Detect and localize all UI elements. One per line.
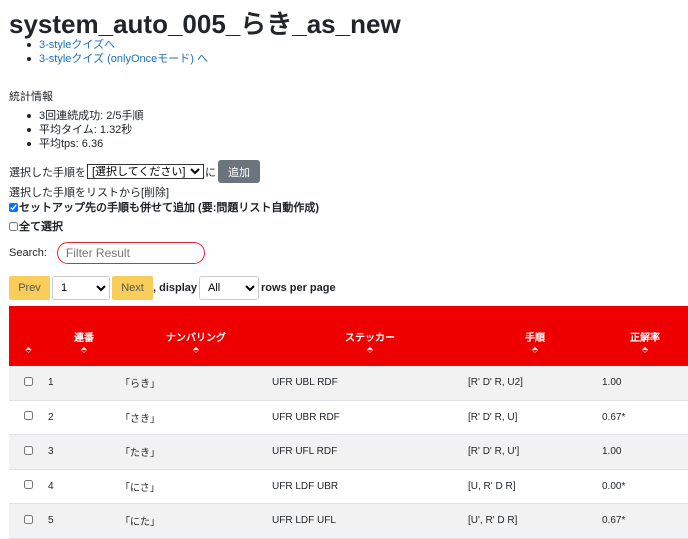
- cell-procedure: [R' D' R, U']: [468, 434, 602, 470]
- row-checkbox[interactable]: [24, 445, 33, 455]
- select-all-row[interactable]: 全て選択: [9, 218, 63, 234]
- table-row: 3 「たき」 UFR UFL RDF [R' D' R, U'] 1.00: [9, 434, 688, 470]
- sort-icon: ⬘: [192, 345, 200, 354]
- link-3style-quiz[interactable]: 3-styleクイズへ: [39, 39, 115, 51]
- row-select-cell: [9, 400, 48, 435]
- rows-per-page-select[interactable]: All: [199, 276, 260, 300]
- setup-checkbox[interactable]: [9, 202, 18, 212]
- row-select-cell: [9, 503, 48, 539]
- link-3style-quiz-onlyonce[interactable]: 3-styleクイズ (onlyOnceモード) へ: [39, 53, 208, 65]
- row-select-cell: [9, 434, 48, 470]
- row-select-cell: [9, 366, 48, 401]
- col-header-sticker[interactable]: ステッカー ⬘: [272, 306, 468, 366]
- row-checkbox[interactable]: [24, 411, 33, 421]
- cell-no: 3: [48, 434, 120, 470]
- page-select[interactable]: 1: [52, 276, 110, 300]
- quiz-links: 3-styleクイズへ 3-styleクイズ (onlyOnceモード) へ: [24, 38, 208, 66]
- cell-procedure: [U', R' D R]: [468, 503, 602, 539]
- cell-accuracy: 1.00: [602, 366, 688, 401]
- select-all-label: 全て選択: [19, 221, 63, 233]
- cell-no: 4: [48, 469, 120, 504]
- prev-button[interactable]: Prev: [9, 276, 50, 300]
- sort-icon: ⬘: [366, 345, 374, 354]
- cell-procedure: [U, R' D R]: [468, 469, 602, 504]
- cell-accuracy: 1.00: [602, 434, 688, 470]
- problem-list-select[interactable]: [選択してください]: [87, 164, 204, 179]
- setup-checkbox-row[interactable]: セットアップ先の手順も併せて追加 (要:問題リスト自動作成): [9, 199, 319, 215]
- table-row: 5 「にた」 UFR LDF UFL [U', R' D R] 0.67*: [9, 503, 688, 539]
- table-row: 1 「らき」 UFR UBL RDF [R' D' R, U2] 1.00: [9, 366, 688, 401]
- results-table: ⬘ 連番 ⬘ ナンバリング ⬘ ステッカー ⬘ 手順 ⬘ 正解率 ⬘ 1 「らき…: [9, 306, 688, 539]
- col-header-label: 連番: [74, 333, 94, 344]
- table-row: 2 「さき」 UFR UBR RDF [R' D' R, U] 0.67*: [9, 400, 688, 435]
- cell-numbering: 「たき」: [120, 434, 272, 470]
- table-row: 4 「にさ」 UFR LDF UBR [U, R' D R] 0.00*: [9, 469, 688, 504]
- delete-from-list-text[interactable]: 選択した手順をリストから[削除]: [9, 184, 169, 200]
- cell-procedure: [R' D' R, U]: [468, 400, 602, 435]
- search-input[interactable]: [56, 242, 205, 264]
- list-item: 3-styleクイズ (onlyOnceモード) へ: [24, 52, 208, 66]
- cell-no: 2: [48, 400, 120, 435]
- add-to-list-row: 選択した手順を [選択してください] に 追加: [9, 160, 260, 183]
- cell-no: 5: [48, 503, 120, 539]
- col-header-label: 手順: [525, 333, 545, 344]
- stats-heading: 統計情報: [9, 91, 53, 103]
- col-header-accuracy[interactable]: 正解率 ⬘: [602, 306, 688, 366]
- cell-sticker: UFR UFL RDF: [272, 434, 468, 470]
- row-checkbox[interactable]: [24, 514, 33, 524]
- list-item: 3-styleクイズへ: [24, 38, 208, 52]
- pagination: Prev 1 Next , display All rows per page: [9, 276, 336, 300]
- row-checkbox[interactable]: [24, 376, 33, 386]
- cell-accuracy: 0.67*: [602, 503, 688, 539]
- cell-sticker: UFR UBL RDF: [272, 366, 468, 401]
- cell-sticker: UFR LDF UFL: [272, 503, 468, 539]
- sort-icon: ⬘: [531, 345, 539, 354]
- cell-sticker: UFR LDF UBR: [272, 469, 468, 504]
- stat-item: 平均タイム: 1.32秒: [24, 123, 144, 137]
- cell-accuracy: 0.00*: [602, 469, 688, 504]
- stat-item: 3回連続成功: 2/5手順: [24, 109, 144, 123]
- next-button[interactable]: Next: [112, 276, 153, 300]
- setup-checkbox-label: セットアップ先の手順も併せて追加 (要:問題リスト自動作成): [19, 202, 320, 214]
- stat-item: 平均tps: 6.36: [24, 137, 144, 151]
- row-select-cell: [9, 469, 48, 504]
- sort-icon: ⬘: [25, 345, 32, 354]
- table-header-row: ⬘ 連番 ⬘ ナンバリング ⬘ ステッカー ⬘ 手順 ⬘ 正解率 ⬘: [9, 306, 688, 366]
- col-header-no[interactable]: 連番 ⬘: [48, 306, 120, 366]
- rows-per-page-label: rows per page: [261, 282, 336, 294]
- select-all-checkbox[interactable]: [9, 221, 18, 231]
- sort-icon: ⬘: [641, 345, 649, 354]
- select-suffix: に: [205, 166, 216, 179]
- sort-icon: ⬘: [80, 345, 88, 354]
- cell-procedure: [R' D' R, U2]: [468, 366, 602, 401]
- row-checkbox[interactable]: [24, 480, 33, 490]
- cell-numbering: 「にさ」: [120, 469, 272, 504]
- cell-numbering: 「さき」: [120, 400, 272, 435]
- cell-numbering: 「らき」: [120, 366, 272, 401]
- col-header-label: ナンバリング: [166, 333, 226, 344]
- col-header-label: ステッカー: [345, 333, 395, 344]
- cell-accuracy: 0.67*: [602, 400, 688, 435]
- search-label: Search:: [9, 247, 47, 259]
- col-header-procedure[interactable]: 手順 ⬘: [468, 306, 602, 366]
- col-header-label: 正解率: [630, 333, 660, 344]
- cell-sticker: UFR UBR RDF: [272, 400, 468, 435]
- cell-numbering: 「にた」: [120, 503, 272, 539]
- add-button[interactable]: 追加: [218, 160, 260, 183]
- page-title: system_auto_005_らき_as_new: [9, 9, 401, 39]
- display-label: , display: [153, 282, 198, 294]
- col-header-numbering[interactable]: ナンバリング ⬘: [120, 306, 272, 366]
- cell-no: 1: [48, 366, 120, 401]
- search-row: Search:: [9, 242, 205, 264]
- col-header-select[interactable]: ⬘: [9, 306, 48, 366]
- select-prefix: 選択した手順を: [9, 166, 86, 179]
- stats-list: 3回連続成功: 2/5手順 平均タイム: 1.32秒 平均tps: 6.36: [24, 109, 144, 151]
